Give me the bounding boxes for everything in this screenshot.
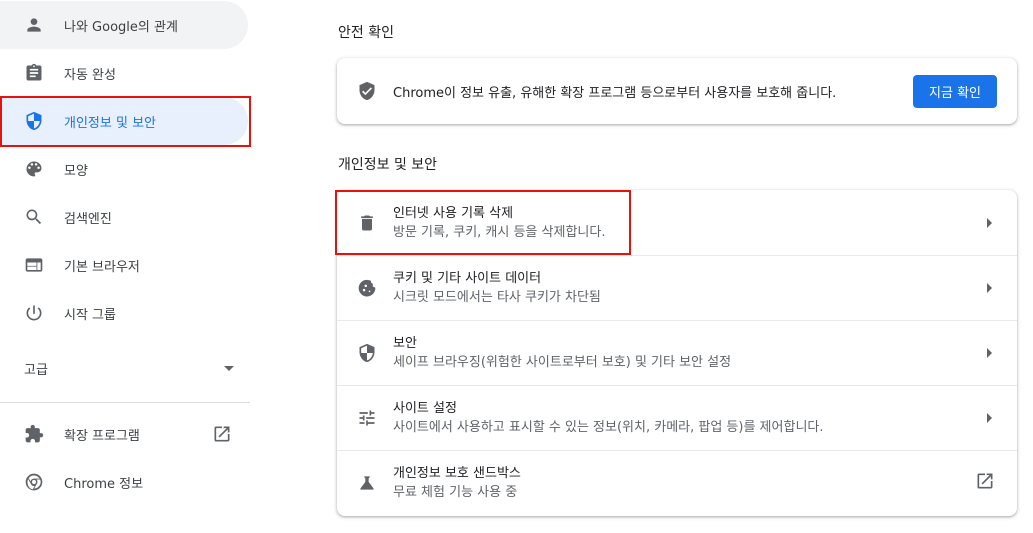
sidebar-item-extensions[interactable]: 확장 프로그램	[0, 410, 248, 458]
row-subtitle: 무료 체험 기능 사용 중	[393, 485, 518, 500]
sidebar-item-label: 검색엔진	[64, 211, 112, 227]
cookies-row[interactable]: 쿠키 및 기타 사이트 데이터 시크릿 모드에서는 타사 쿠키가 차단됨	[337, 255, 1017, 320]
cookie-icon	[357, 278, 377, 298]
sidebar-divider	[0, 402, 250, 403]
browser-icon	[24, 255, 44, 275]
sidebar-item-label: 확장 프로그램	[64, 428, 140, 444]
row-title: 쿠키 및 기타 사이트 데이터	[393, 271, 542, 286]
shield-half-icon	[357, 343, 377, 363]
row-texts: 개인정보 보호 샌드박스 무료 체험 기능 사용 중	[393, 464, 975, 502]
shield-check-icon	[357, 81, 377, 101]
row-subtitle: 방문 기록, 쿠키, 캐시 등을 삭제합니다.	[393, 224, 606, 240]
privacy-card: 인터넷 사용 기록 삭제 방문 기록, 쿠키, 캐시 등을 삭제합니다. 쿠키 …	[337, 190, 1017, 516]
row-title: 인터넷 사용 기록 삭제	[393, 205, 514, 221]
sidebar-item-about-chrome[interactable]: Chrome 정보	[0, 458, 248, 506]
sidebar-item-label: 시작 그룹	[64, 307, 116, 323]
sidebar-item-autofill[interactable]: 자동 완성	[0, 49, 248, 97]
caret-down-icon	[224, 365, 234, 371]
row-title: 보안	[393, 336, 417, 351]
row-subtitle: 시크릿 모드에서는 타사 쿠키가 차단됨	[393, 290, 601, 305]
row-texts: 사이트 설정 사이트에서 사용하고 표시할 수 있는 정보(위치, 카메라, 팝…	[393, 399, 987, 437]
safety-check-card: Chrome이 정보 유출, 유해한 확장 프로그램 등으로부터 사용자를 보호…	[337, 58, 1017, 124]
person-icon	[24, 15, 44, 35]
row-title: 개인정보 보호 샌드박스	[393, 466, 521, 481]
sidebar-item-label: Chrome 정보	[64, 476, 144, 492]
sidebar-item-default-browser[interactable]: 기본 브라우저	[0, 241, 248, 289]
check-now-button[interactable]: 지금 확인	[913, 74, 997, 108]
trash-icon	[357, 213, 377, 233]
sidebar-item-you-and-google[interactable]: 나와 Google의 관계	[0, 1, 248, 49]
row-texts: 보안 세이프 브라우징(위험한 사이트로부터 보호) 및 기타 보안 설정	[393, 334, 987, 372]
clipboard-icon	[24, 63, 44, 83]
safety-check-text: Chrome이 정보 유출, 유해한 확장 프로그램 등으로부터 사용자를 보호…	[393, 85, 837, 101]
arrow-right-icon	[987, 283, 992, 293]
power-icon	[24, 303, 44, 323]
advanced-toggle[interactable]: 고급	[24, 356, 234, 380]
open-in-new-icon	[975, 471, 995, 495]
sidebar-item-label: 나와 Google의 관계	[64, 19, 178, 35]
shield-icon	[24, 111, 44, 131]
sidebar-item-appearance[interactable]: 모양	[0, 145, 248, 193]
row-texts: 쿠키 및 기타 사이트 데이터 시크릿 모드에서는 타사 쿠키가 차단됨	[393, 269, 987, 307]
search-icon	[24, 207, 44, 227]
palette-icon	[24, 159, 44, 179]
open-in-new-icon	[212, 424, 232, 444]
puzzle-icon	[24, 424, 44, 444]
sidebar-item-label: 기본 브라우저	[64, 259, 140, 275]
site-settings-row[interactable]: 사이트 설정 사이트에서 사용하고 표시할 수 있는 정보(위치, 카메라, 팝…	[337, 385, 1017, 450]
advanced-label: 고급	[24, 362, 48, 378]
tune-icon	[357, 408, 377, 428]
chrome-icon	[24, 472, 44, 492]
privacy-section-title: 개인정보 및 보안	[338, 157, 438, 173]
row-subtitle: 세이프 브라우징(위험한 사이트로부터 보호) 및 기타 보안 설정	[393, 355, 732, 370]
arrow-right-icon	[987, 413, 992, 423]
sidebar-item-search-engine[interactable]: 검색엔진	[0, 193, 248, 241]
arrow-right-icon	[987, 217, 992, 228]
sidebar-item-label: 개인정보 및 보안	[64, 115, 156, 131]
sidebar-item-label: 자동 완성	[64, 67, 116, 83]
sidebar-item-privacy-security[interactable]: 개인정보 및 보안	[0, 97, 248, 145]
sidebar: 나와 Google의 관계 자동 완성 개인정보 및 보안 모양 검색엔진 기본…	[0, 0, 260, 533]
row-title: 사이트 설정	[393, 401, 457, 416]
privacy-sandbox-row[interactable]: 개인정보 보호 샌드박스 무료 체험 기능 사용 중	[337, 450, 1017, 515]
row-texts: 인터넷 사용 기록 삭제 방문 기록, 쿠키, 캐시 등을 삭제합니다.	[393, 204, 987, 242]
safety-check-title: 안전 확인	[338, 25, 394, 41]
clear-browsing-data-row[interactable]: 인터넷 사용 기록 삭제 방문 기록, 쿠키, 캐시 등을 삭제합니다.	[337, 190, 1017, 255]
sidebar-item-label: 모양	[64, 163, 88, 179]
security-row[interactable]: 보안 세이프 브라우징(위험한 사이트로부터 보호) 및 기타 보안 설정	[337, 320, 1017, 385]
flask-icon	[357, 473, 377, 493]
row-subtitle: 사이트에서 사용하고 표시할 수 있는 정보(위치, 카메라, 팝업 등)를 제…	[393, 420, 824, 435]
arrow-right-icon	[987, 348, 992, 358]
sidebar-item-on-startup[interactable]: 시작 그룹	[0, 289, 248, 337]
